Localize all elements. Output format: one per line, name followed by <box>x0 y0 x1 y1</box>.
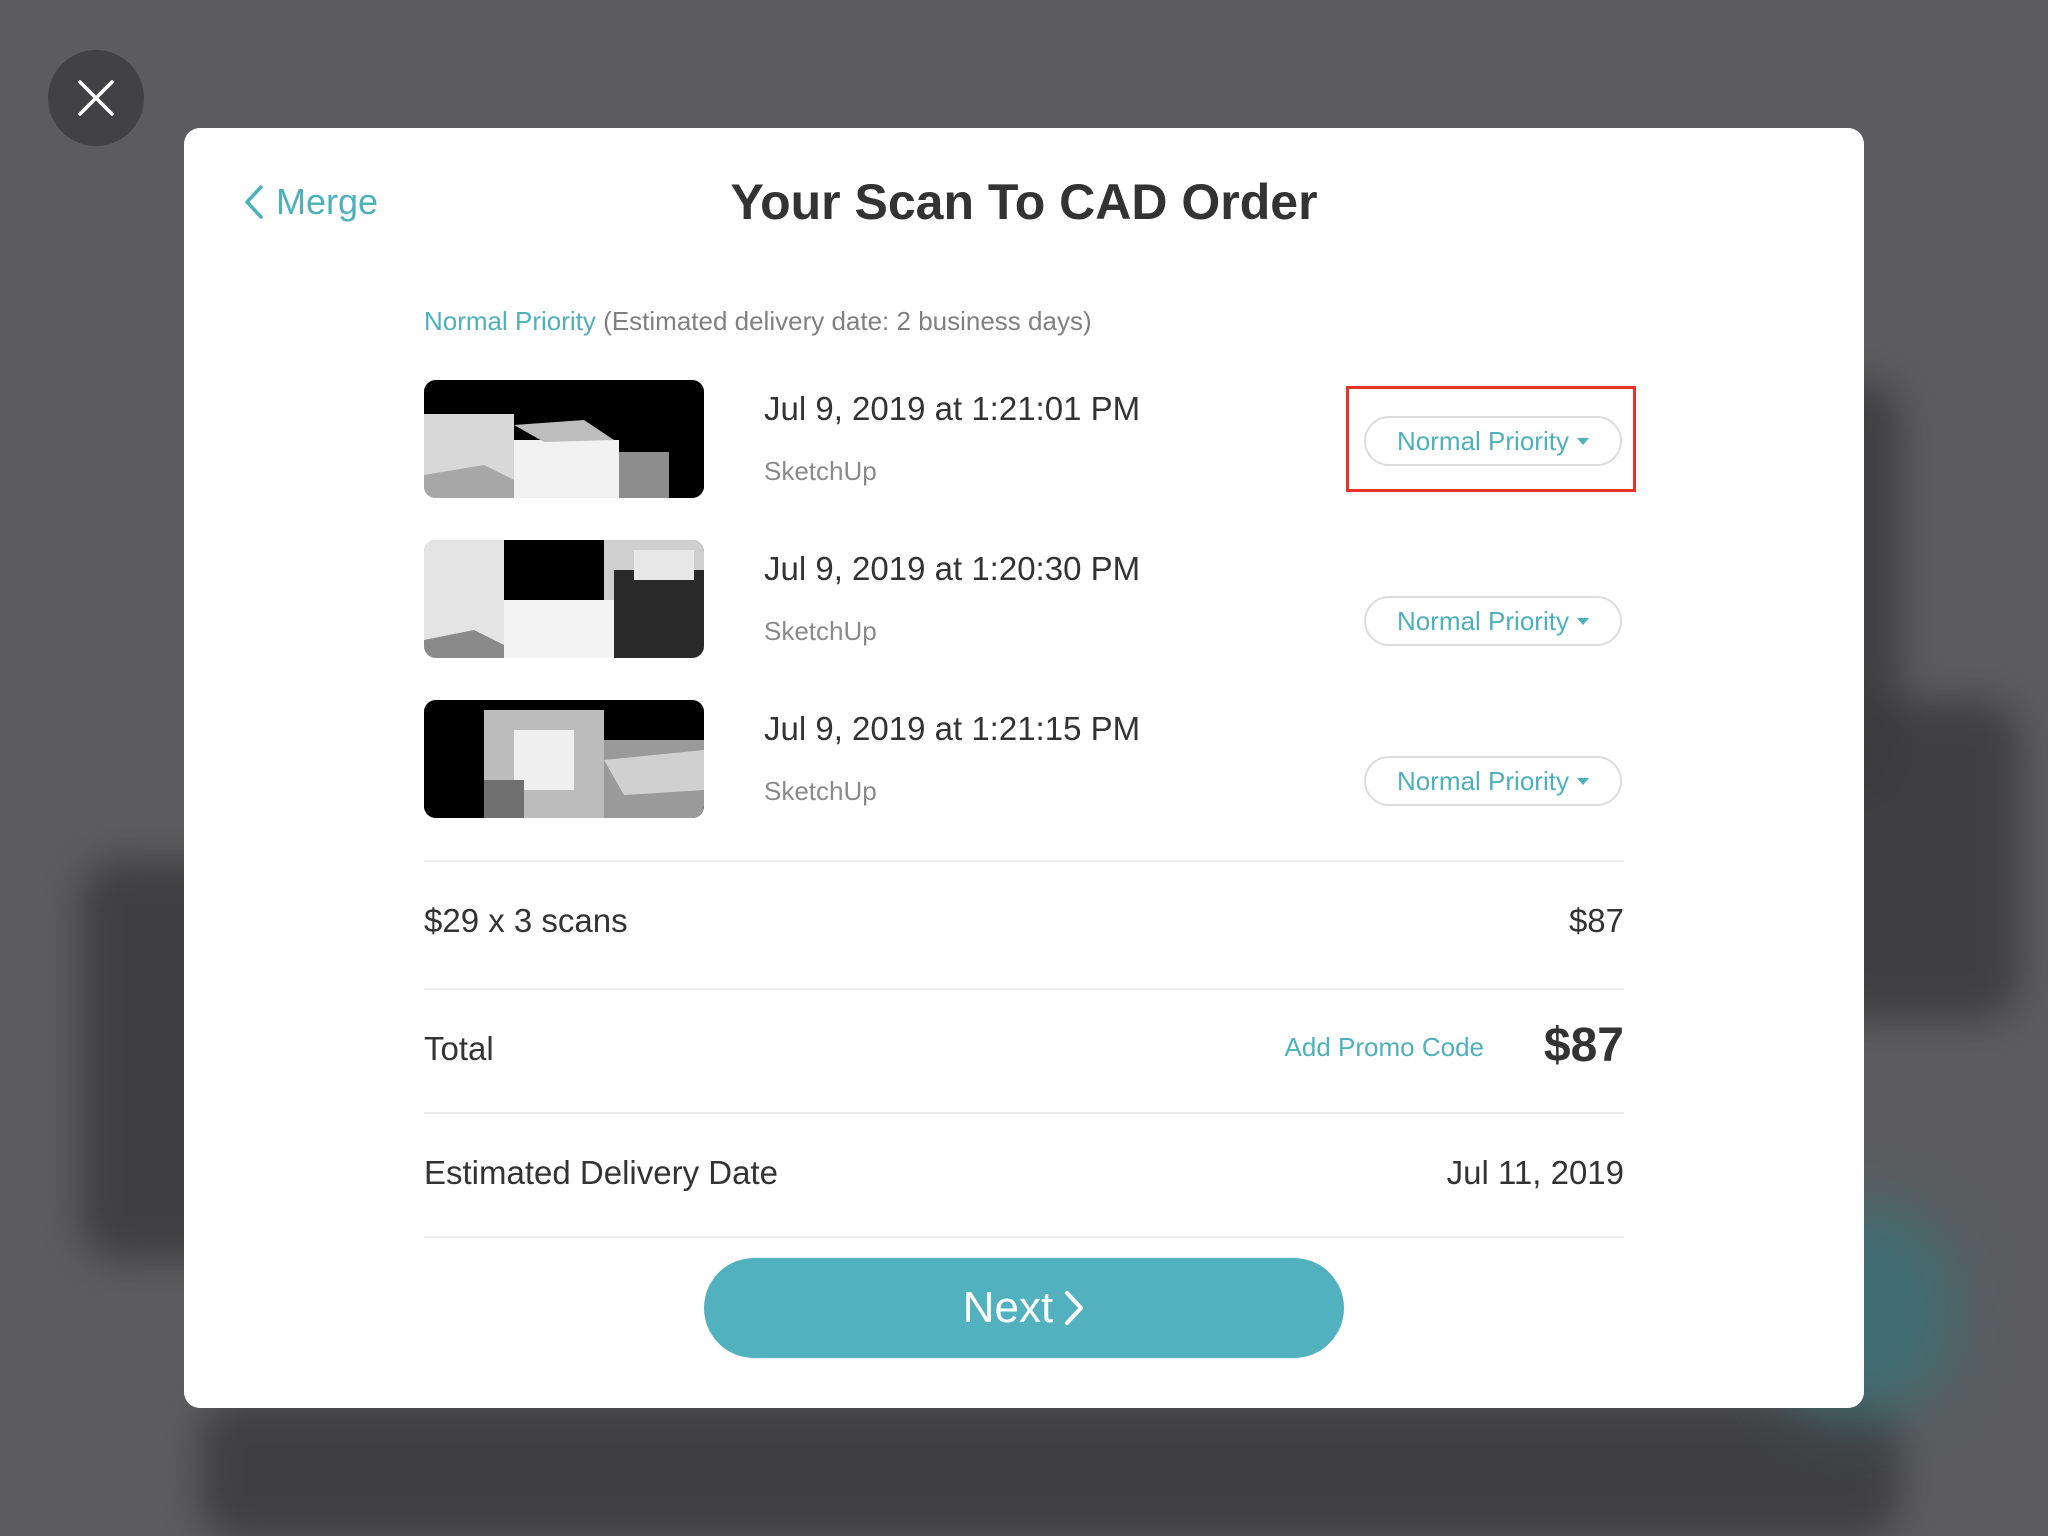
delivery-date-label: Estimated Delivery Date <box>424 1154 778 1191</box>
page-title: Your Scan To CAD Order <box>730 174 1318 230</box>
total-amount: $87 <box>1543 1019 1624 1072</box>
priority-dropdown[interactable]: Normal Priority <box>1364 756 1622 806</box>
delivery-date-value: Jul 11, 2019 <box>1446 1154 1624 1191</box>
priority-note-estimate: (Estimated delivery date: 2 business day… <box>603 306 1092 336</box>
scan-row: Jul 9, 2019 at 1:21:15 PM SketchUp Norma… <box>424 700 1624 820</box>
caret-down-icon <box>1576 777 1589 785</box>
background-blur-shape <box>200 1400 1900 1536</box>
priority-dropdown-label: Normal Priority <box>1397 765 1569 796</box>
divider <box>424 1112 1624 1114</box>
close-icon <box>78 80 114 116</box>
priority-dropdown-label: Normal Priority <box>1397 605 1569 636</box>
line-item-value: $87 <box>1568 902 1624 939</box>
total-label: Total <box>424 1030 494 1067</box>
priority-note-level: Normal Priority <box>424 306 596 336</box>
priority-note: Normal Priority (Estimated delivery date… <box>424 306 1092 337</box>
priority-dropdown[interactable]: Normal Priority <box>1364 596 1622 646</box>
add-promo-code-link[interactable]: Add Promo Code <box>1285 1032 1484 1063</box>
close-button[interactable] <box>48 50 144 146</box>
scan-row: Jul 9, 2019 at 1:20:30 PM SketchUp Norma… <box>424 540 1624 660</box>
chevron-right-icon <box>1065 1291 1084 1325</box>
divider <box>424 988 1624 990</box>
scan-thumbnail <box>424 380 704 498</box>
scan-app: SketchUp <box>764 616 877 646</box>
scan-date: Jul 9, 2019 at 1:21:01 PM <box>764 390 1141 427</box>
scan-date: Jul 9, 2019 at 1:20:30 PM <box>764 550 1141 587</box>
scan-app: SketchUp <box>764 776 877 806</box>
scan-thumbnail <box>424 700 704 818</box>
next-button[interactable]: Next <box>704 1258 1344 1358</box>
scan-date: Jul 9, 2019 at 1:21:15 PM <box>764 710 1141 747</box>
highlight-annotation <box>1346 386 1636 492</box>
next-label: Next <box>962 1283 1054 1332</box>
scan-thumbnail <box>424 540 704 658</box>
order-modal: Merge Your Scan To CAD Order Normal Prio… <box>184 128 1864 1408</box>
line-item-label: $29 x 3 scans <box>424 902 628 939</box>
caret-down-icon <box>1576 617 1589 625</box>
scan-app: SketchUp <box>764 456 877 486</box>
divider <box>424 860 1624 862</box>
divider <box>424 1236 1624 1238</box>
